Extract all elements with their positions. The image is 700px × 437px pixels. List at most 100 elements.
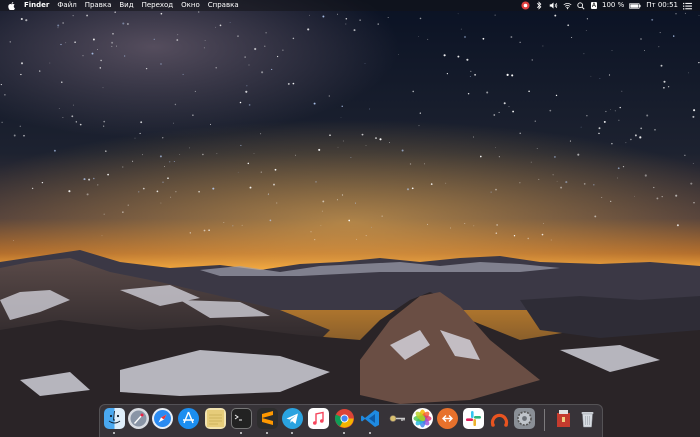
star — [625, 142, 627, 144]
system-preferences-icon[interactable] — [514, 408, 535, 429]
star — [241, 224, 243, 226]
star — [474, 73, 477, 76]
star — [322, 15, 325, 18]
star — [173, 161, 175, 162]
star — [88, 178, 91, 181]
desktop-wallpaper — [0, 0, 700, 437]
star — [322, 200, 325, 203]
star — [675, 13, 677, 15]
star — [310, 231, 312, 233]
chrome-icon[interactable] — [334, 408, 355, 429]
photos-icon[interactable] — [412, 408, 433, 429]
star — [653, 186, 655, 189]
star — [20, 17, 23, 21]
star — [97, 184, 99, 186]
star — [630, 138, 632, 141]
star — [340, 117, 342, 118]
music-icon[interactable] — [308, 408, 329, 429]
star — [31, 187, 34, 190]
star — [365, 145, 367, 146]
star — [49, 62, 51, 64]
star — [495, 147, 496, 148]
notification-app-icon[interactable] — [521, 1, 530, 10]
star — [412, 90, 415, 93]
star — [318, 148, 321, 151]
menu-view[interactable]: Вид — [115, 0, 137, 11]
notification-center-icon[interactable] — [683, 1, 692, 10]
star — [359, 19, 361, 21]
terminal-icon[interactable] — [231, 408, 252, 429]
app-menu-finder[interactable]: Finder — [20, 0, 53, 11]
star — [260, 171, 262, 173]
star — [469, 76, 471, 78]
star — [122, 166, 124, 168]
star — [295, 154, 296, 156]
trash-icon[interactable] — [577, 408, 598, 429]
star — [569, 140, 571, 142]
star — [621, 90, 623, 92]
star — [79, 123, 82, 126]
app-store-icon[interactable] — [178, 408, 199, 429]
wifi-icon[interactable] — [563, 1, 572, 10]
star — [189, 232, 191, 234]
menu-help[interactable]: Справка — [204, 0, 243, 11]
apple-menu-icon[interactable] — [6, 0, 16, 11]
safari-icon[interactable] — [152, 408, 173, 429]
bluetooth-icon[interactable] — [535, 1, 544, 10]
star — [204, 40, 206, 41]
star — [583, 53, 585, 55]
remote-desktop-icon[interactable] — [437, 408, 458, 429]
star — [103, 120, 106, 123]
star — [418, 125, 420, 127]
finder-icon[interactable] — [104, 408, 125, 429]
slack-icon[interactable] — [463, 408, 484, 429]
star — [315, 181, 317, 183]
star — [457, 55, 460, 58]
keyboard-layout-icon[interactable]: A — [590, 2, 597, 9]
star — [673, 35, 675, 37]
star — [684, 154, 686, 156]
star — [145, 67, 148, 70]
telegram-icon[interactable] — [282, 408, 303, 429]
archive-icon[interactable] — [553, 408, 574, 429]
star — [173, 122, 174, 124]
volume-icon[interactable] — [549, 1, 558, 10]
sublime-text-icon[interactable] — [257, 408, 278, 429]
notes-icon[interactable] — [205, 408, 226, 429]
clock[interactable]: Пт 00:51 — [646, 0, 678, 11]
star — [617, 167, 620, 170]
menu-edit[interactable]: Правка — [81, 0, 116, 11]
menu-go[interactable]: Переход — [138, 0, 178, 11]
star — [611, 142, 613, 145]
star — [92, 38, 95, 41]
keychain-icon[interactable] — [386, 408, 407, 429]
star — [586, 115, 588, 117]
battery-icon[interactable] — [629, 1, 641, 10]
star — [91, 52, 94, 55]
star — [164, 166, 166, 168]
star — [463, 35, 467, 39]
ubuntu-icon[interactable] — [489, 408, 510, 429]
launchpad-icon[interactable] — [128, 408, 149, 429]
star — [60, 43, 62, 46]
star — [692, 115, 695, 118]
vscode-icon[interactable] — [360, 408, 381, 429]
menu-window[interactable]: Окно — [177, 0, 204, 11]
star — [101, 235, 103, 237]
star — [342, 140, 344, 142]
menu-bar: Finder Файл Правка Вид Переход Окно Спра… — [0, 0, 700, 11]
star — [328, 95, 330, 97]
star — [508, 106, 510, 108]
star — [663, 80, 666, 83]
star — [177, 34, 179, 36]
star — [450, 227, 451, 229]
star — [610, 109, 612, 111]
spotlight-search-icon[interactable] — [577, 1, 586, 10]
star — [406, 188, 410, 191]
star — [57, 24, 60, 27]
star — [639, 136, 642, 139]
star — [239, 101, 242, 104]
menu-file[interactable]: Файл — [53, 0, 80, 11]
star — [527, 237, 529, 240]
star — [398, 54, 399, 55]
